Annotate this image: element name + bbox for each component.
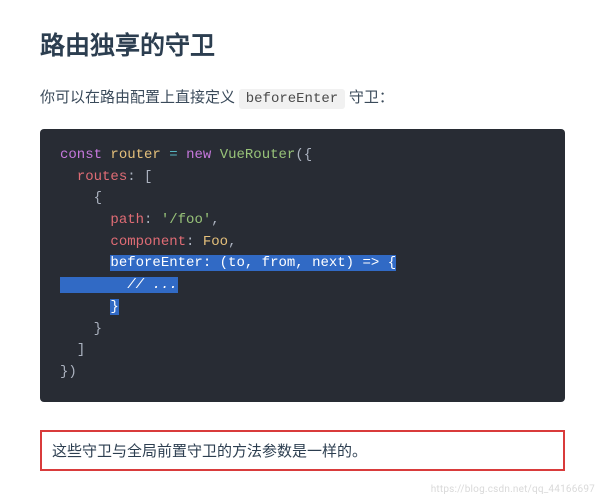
code-token: beforeEnter	[110, 255, 202, 271]
code-token: [	[144, 169, 152, 185]
intro-paragraph: 你可以在路由配置上直接定义 beforeEnter 守卫：	[40, 86, 565, 107]
selected-code: }	[110, 299, 118, 315]
code-token: :	[186, 234, 194, 250]
code-token: ({	[295, 147, 312, 163]
code-token: '/foo'	[161, 212, 211, 228]
intro-text-after: 守卫：	[345, 88, 394, 106]
code-token: })	[60, 364, 77, 380]
code-token: new	[186, 147, 211, 163]
section-heading: 路由独享的守卫	[40, 26, 565, 62]
document-page: 路由独享的守卫 你可以在路由配置上直接定义 beforeEnter 守卫： co…	[0, 0, 605, 471]
code-token: }	[94, 321, 102, 337]
code-token: {	[94, 190, 102, 206]
code-token: {	[388, 255, 396, 271]
code-token: const	[60, 147, 102, 163]
watermark: https://blog.csdn.net/qq_44166697	[431, 484, 595, 495]
code-token: Foo	[203, 234, 228, 250]
code-token: (to, from, next)	[220, 255, 354, 271]
code-token: :	[203, 255, 211, 271]
code-token: :	[127, 169, 135, 185]
code-token: path	[110, 212, 144, 228]
selected-code: beforeEnter: (to, from, next) => {	[110, 255, 396, 271]
code-token: =>	[362, 255, 379, 271]
code-token: ]	[77, 342, 85, 358]
intro-text-before: 你可以在路由配置上直接定义	[40, 88, 239, 106]
inline-code-beforeEnter: beforeEnter	[239, 89, 345, 109]
highlighted-note-box: 这些守卫与全局前置守卫的方法参数是一样的。	[40, 430, 565, 471]
code-token: // ...	[127, 277, 177, 293]
code-token: component	[110, 234, 186, 250]
code-token: =	[169, 147, 177, 163]
selected-code: // ...	[60, 277, 178, 293]
code-token: routes	[77, 169, 127, 185]
code-token: :	[144, 212, 152, 228]
code-token: ,	[211, 212, 219, 228]
code-token: }	[110, 299, 118, 315]
code-token: router	[110, 147, 160, 163]
code-block: const router = new VueRouter({ routes: […	[40, 129, 565, 402]
code-token: VueRouter	[220, 147, 296, 163]
note-text: 这些守卫与全局前置守卫的方法参数是一样的。	[52, 442, 367, 460]
code-token: ,	[228, 234, 236, 250]
